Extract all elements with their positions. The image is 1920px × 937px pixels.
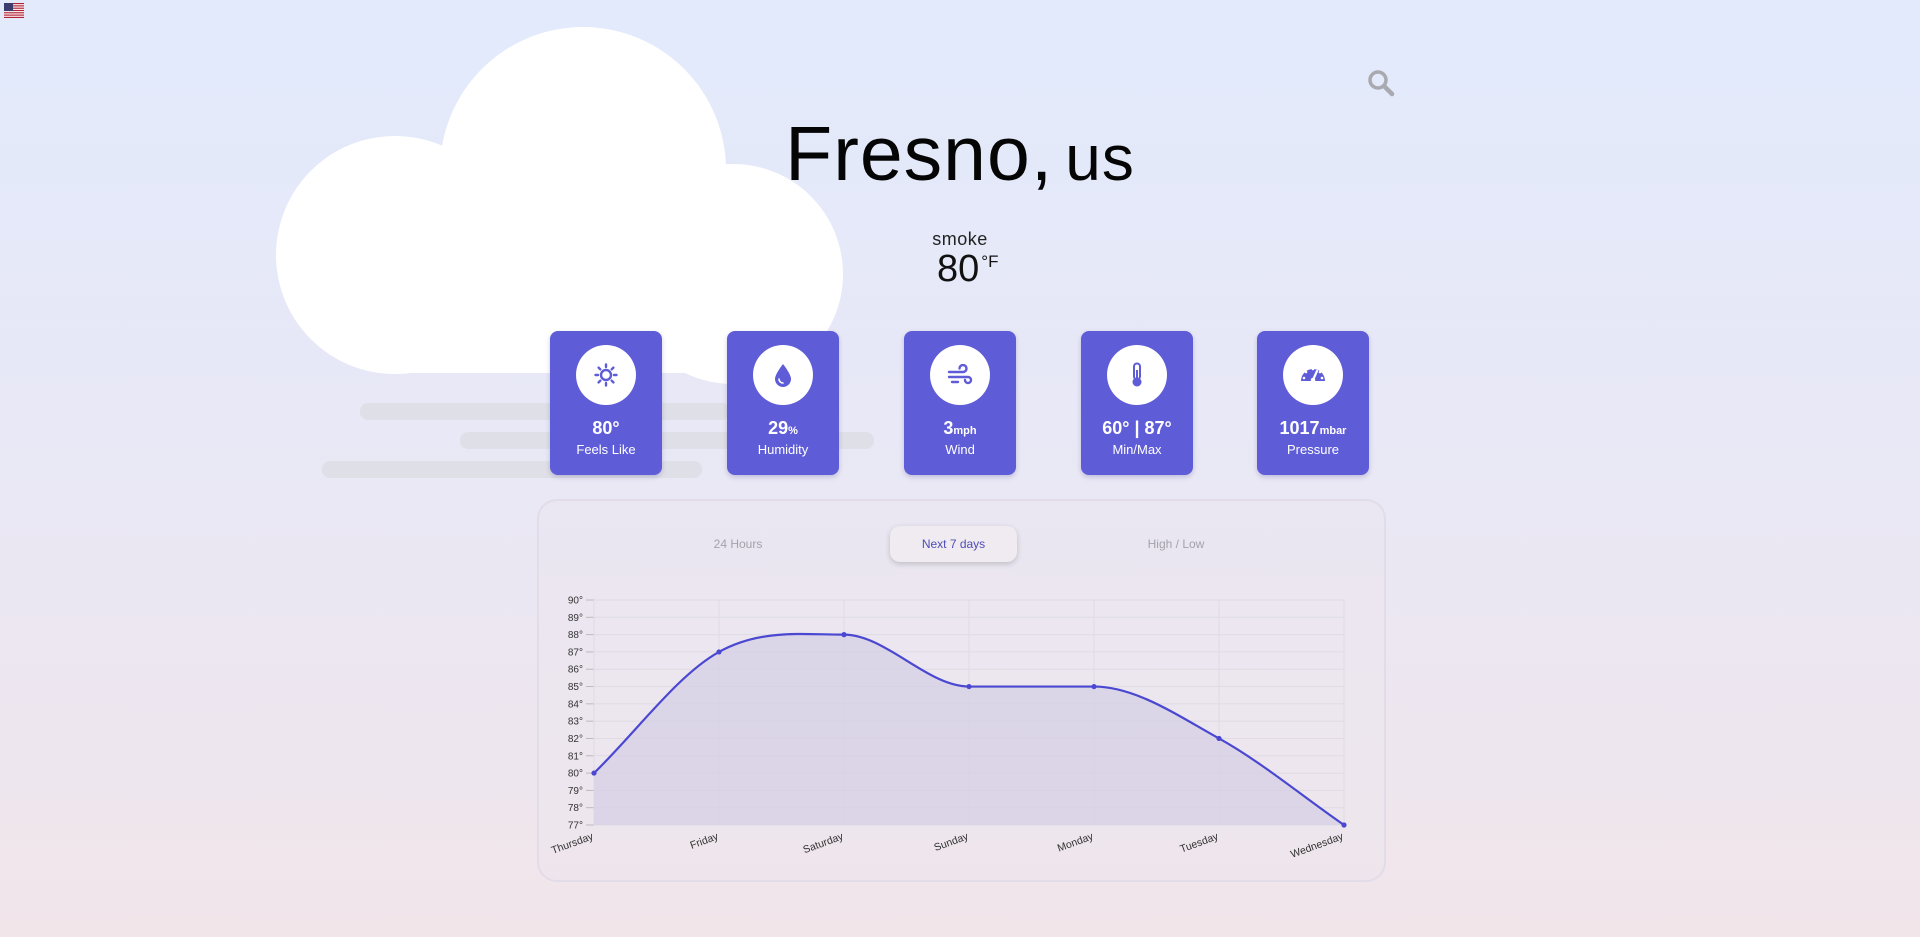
data-point — [966, 683, 972, 690]
y-tick-label: 84° — [568, 699, 583, 710]
x-tick-label: Friday — [688, 830, 720, 852]
data-point — [716, 649, 722, 655]
y-tick-label: 81° — [568, 751, 583, 762]
data-point — [1091, 683, 1097, 690]
y-tick-label: 87° — [568, 647, 583, 658]
y-tick-label: 80° — [568, 769, 583, 780]
y-tick-label: 77° — [568, 821, 583, 832]
x-tick-label: Saturday — [801, 830, 845, 856]
y-tick-label: 78° — [568, 803, 583, 814]
data-point — [841, 632, 847, 638]
y-tick-label: 82° — [568, 734, 583, 745]
data-point — [1216, 735, 1222, 742]
y-tick-label: 79° — [568, 786, 583, 797]
temperature-chart: 77° 78° 79° 80° 81° 82° 83° 84° 85° 86° 87° 88° 89° 9… — [550, 596, 1347, 861]
y-tick-label: 88° — [568, 630, 583, 641]
data-point — [591, 770, 597, 776]
x-tick-label: Monday — [1056, 830, 1096, 854]
x-tick-label: Tuesday — [1178, 830, 1220, 855]
data-point — [1341, 822, 1347, 828]
x-tick-label: Thursday — [550, 830, 596, 857]
x-tick-label: Wednesday — [1289, 830, 1346, 860]
x-tick-label: Sunday — [932, 830, 970, 854]
y-tick-label: 85° — [568, 682, 583, 693]
y-tick-label: 86° — [568, 665, 583, 676]
y-tick-label: 89° — [568, 613, 583, 624]
y-tick-label: 90° — [568, 596, 583, 607]
y-tick-label: 83° — [568, 717, 583, 728]
